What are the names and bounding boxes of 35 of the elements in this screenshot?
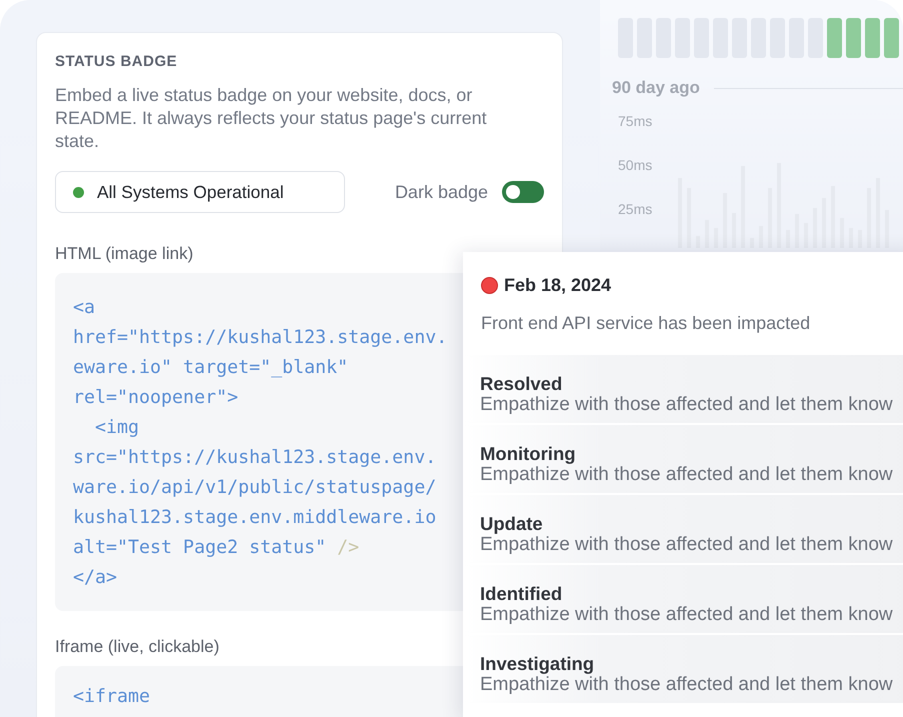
code-line: src="https://kushal123.stage.env. <box>73 446 436 470</box>
code-line: <iframe <box>73 685 150 709</box>
update-status: Investigating <box>480 653 596 674</box>
snippet-label: Iframe (live, clickable) <box>55 637 220 657</box>
axis-label: 75ms <box>618 112 654 130</box>
code-line: rel="noopener"> <box>73 386 238 410</box>
code-line: kushal123.stage.env.middleware.io <box>73 506 436 530</box>
incident-summary: Front end API service has been impacted <box>481 313 812 334</box>
update-message: Empathize with those affected and let them know <box>480 464 893 486</box>
update-status: Monitoring <box>480 443 577 464</box>
toggle-switch[interactable] <box>502 181 544 203</box>
toggle-label: Dark badge <box>394 182 488 202</box>
description-text: Embed a live status badge on your website, docs, or README. It always reflects your status page's current state. <box>55 84 488 153</box>
section-title: STATUS BADGE <box>55 53 178 70</box>
update-status: Update <box>480 513 544 534</box>
code-line: alt="Test Page2 status" /> <box>73 536 360 560</box>
code-line: eware.io" target="_blank" <box>73 356 348 380</box>
update-status: Identified <box>480 583 564 604</box>
snippet-label: HTML (image link) <box>55 244 194 264</box>
update-status: Resolved <box>480 373 564 394</box>
status-dot <box>481 277 498 294</box>
code-line: <img <box>94 416 140 440</box>
code-line: href="https://kushal123.stage.env. <box>73 326 448 350</box>
update-message: Empathize with those affected and let them know <box>480 534 893 556</box>
code-line: </a> <box>73 566 118 590</box>
update-message: Empathize with those affected and let them know <box>480 394 893 416</box>
axis-label: 50ms <box>618 156 654 174</box>
update-message: Empathize with those affected and let them know <box>480 674 893 696</box>
badge-label: All Systems Operational <box>97 182 284 202</box>
code-line: <a <box>73 296 96 320</box>
code-line: ware.io/api/v1/public/statuspage/ <box>73 476 436 500</box>
axis-label: 25ms <box>618 200 654 218</box>
range-label: 90 day ago <box>612 78 700 98</box>
incident-date: Feb 18, 2024 <box>504 275 612 296</box>
update-message: Empathize with those affected and let them know <box>480 604 893 626</box>
